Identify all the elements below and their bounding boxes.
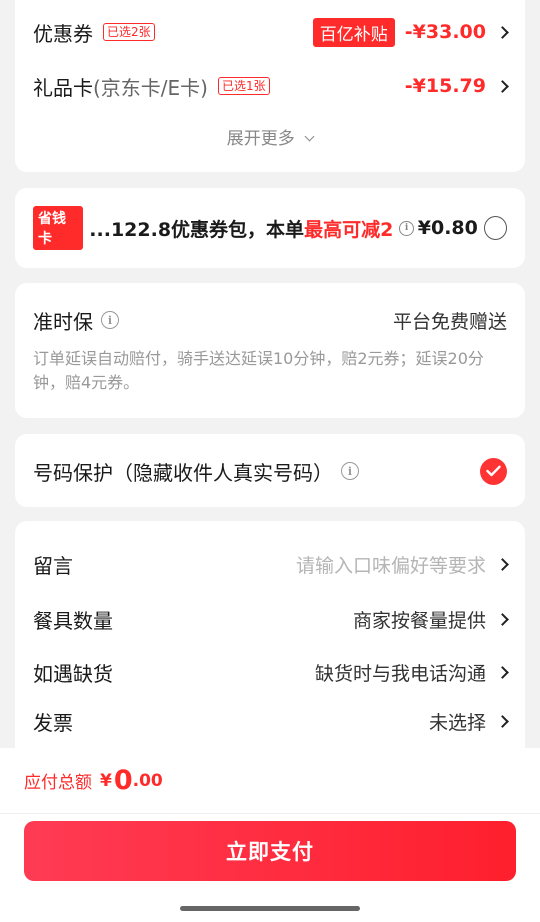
check-icon bbox=[486, 465, 501, 477]
chevron-right-icon bbox=[496, 665, 509, 679]
option-value: 商家按餐量提供 bbox=[352, 609, 486, 632]
gift-card-selected-tag: 已选1张 bbox=[217, 77, 270, 95]
chevron-right-icon bbox=[496, 612, 509, 626]
saver-badge: 省钱卡 bbox=[33, 206, 84, 250]
privacy-label: 号码保护（隐藏收件人真实号码） bbox=[33, 460, 333, 485]
ontime-title: 准时保 bbox=[33, 309, 93, 334]
option-label: 餐具数量 bbox=[33, 608, 113, 633]
gift-card-right: -¥15.79 bbox=[404, 75, 509, 97]
info-icon[interactable]: i bbox=[101, 311, 119, 329]
coupon-selected-tag: 已选2张 bbox=[103, 23, 155, 41]
ontime-header: 准时保 i 平台免费赠送 bbox=[33, 305, 507, 335]
privacy-row[interactable]: 号码保护（隐藏收件人真实号码） i bbox=[33, 454, 507, 488]
expand-more-button[interactable]: 展开更多 bbox=[15, 124, 525, 149]
gift-card-row[interactable]: 礼品卡 (京东卡/E卡) 已选1张 -¥15.79 bbox=[33, 70, 509, 102]
option-value-wrap: 商家按餐量提供 bbox=[352, 606, 509, 633]
gift-card-sub: (京东卡/E卡) bbox=[93, 75, 208, 100]
total-decimal: .00 bbox=[132, 770, 163, 791]
privacy-checkbox[interactable] bbox=[480, 457, 507, 485]
option-label: 发票 bbox=[33, 710, 73, 735]
home-indicator bbox=[180, 906, 360, 911]
saver-row[interactable]: 省钱卡 ...122.8优惠券包，本单 最高可减2 i ¥0.80 bbox=[33, 206, 507, 250]
option-value-wrap: 缺货时与我电话沟通 bbox=[314, 659, 509, 686]
saver-text: ...122.8优惠券包，本单 bbox=[89, 218, 305, 241]
coupon-amount: -¥33.00 bbox=[404, 21, 486, 43]
option-label: 留言 bbox=[33, 553, 73, 578]
total-label: 应付总额 bbox=[24, 773, 92, 793]
chevron-down-icon bbox=[304, 131, 315, 142]
expand-more-label: 展开更多 bbox=[226, 129, 295, 149]
pay-button[interactable]: 立即支付 bbox=[24, 821, 516, 881]
option-value-wrap: 请输入口味偏好等要求 bbox=[295, 551, 509, 578]
ontime-desc: 订单延误自动赔付，骑手送达延误10分钟，赔2元券；延误20分钟，赔4元券。 bbox=[33, 349, 484, 392]
info-icon: i bbox=[399, 220, 414, 236]
chevron-right-icon bbox=[496, 557, 509, 571]
pay-button-label: 立即支付 bbox=[226, 840, 314, 864]
coupon-right: 百亿补贴 -¥33.00 bbox=[312, 17, 509, 47]
saver-highlight: 最高可减2 bbox=[304, 218, 394, 241]
options-card: 留言 请输入口味偏好等要求 餐具数量 商家按餐量提供 如遇缺货 缺货时与我电话沟… bbox=[15, 521, 525, 781]
coupon-row[interactable]: 优惠券 已选2张 百亿补贴 -¥33.00 bbox=[33, 16, 509, 48]
ontime-card: 准时保 i 平台免费赠送 订单延误自动赔付，骑手送达延误10分钟，赔2元券；延误… bbox=[15, 283, 525, 418]
option-row-tableware[interactable]: 餐具数量 商家按餐量提供 bbox=[33, 603, 509, 635]
total-integer: 0 bbox=[113, 765, 133, 796]
option-label: 如遇缺货 bbox=[33, 661, 113, 686]
option-row-remark[interactable]: 留言 请输入口味偏好等要求 bbox=[33, 548, 509, 580]
discount-card: 优惠券 已选2张 百亿补贴 -¥33.00 礼品卡 (京东卡/E卡) 已选1张 … bbox=[15, 0, 525, 172]
saver-card: 省钱卡 ...122.8优惠券包，本单 最高可减2 i ¥0.80 bbox=[15, 188, 525, 268]
chevron-right-icon bbox=[496, 714, 509, 728]
remark-placeholder: 请输入口味偏好等要求 bbox=[295, 554, 486, 577]
option-row-invoice[interactable]: 发票 未选择 bbox=[33, 705, 509, 737]
ontime-right: 平台免费赠送 bbox=[392, 310, 507, 333]
gift-card-amount: -¥15.79 bbox=[404, 75, 486, 97]
option-value-wrap: 未选择 bbox=[428, 708, 509, 735]
saver-radio[interactable] bbox=[483, 216, 507, 240]
saver-price: ¥0.80 bbox=[417, 217, 478, 239]
privacy-card: 号码保护（隐藏收件人真实号码） i bbox=[15, 434, 525, 507]
gift-card-label: 礼品卡 bbox=[33, 75, 93, 100]
option-value: 未选择 bbox=[428, 711, 486, 734]
subsidy-badge: 百亿补贴 bbox=[312, 17, 395, 47]
option-value: 缺货时与我电话沟通 bbox=[314, 662, 486, 685]
chevron-right-icon bbox=[496, 79, 509, 93]
coupon-label: 优惠券 bbox=[33, 21, 93, 46]
total-row: 应付总额 ¥ 0 .00 bbox=[0, 748, 540, 814]
checkout-bar: 应付总额 ¥ 0 .00 立即支付 bbox=[0, 748, 540, 922]
option-row-out-of-stock[interactable]: 如遇缺货 缺货时与我电话沟通 bbox=[33, 656, 509, 688]
chevron-right-icon bbox=[496, 25, 509, 39]
info-icon[interactable]: i bbox=[341, 462, 359, 480]
total-currency: ¥ bbox=[100, 770, 112, 791]
